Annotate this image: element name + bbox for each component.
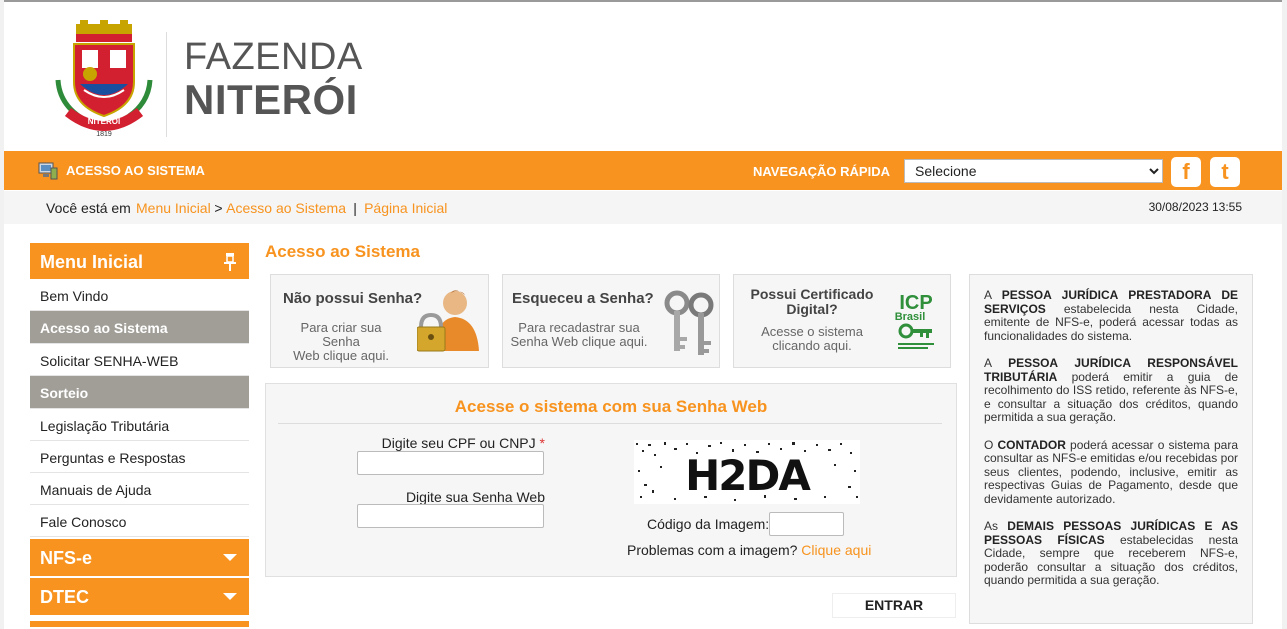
- pin-icon[interactable]: [223, 252, 237, 272]
- password-label: Digite sua Senha Web: [405, 489, 545, 505]
- sidebar-title: Menu Inicial: [30, 243, 249, 279]
- chevron-down-icon: [223, 593, 237, 600]
- card-subtitle-line: Web clique aqui.: [293, 348, 389, 363]
- password-input[interactable]: [357, 504, 544, 528]
- breadcrumb-divider: |: [353, 200, 357, 216]
- sidebar-title-label: Menu Inicial: [40, 252, 144, 272]
- breadcrumb-prefix: Você está em: [46, 200, 131, 216]
- card-title: Possui Certificado Digital?: [746, 287, 878, 317]
- card-title: Não possui Senha?: [283, 290, 423, 307]
- facebook-button[interactable]: f: [1171, 157, 1201, 187]
- card-subtitle: Acesse o sistema clicando aqui.: [746, 325, 878, 353]
- niteroi-crest-logo[interactable]: NITERÓI 1819: [54, 20, 154, 138]
- card-subtitle-line: Para criar sua Senha: [300, 320, 382, 349]
- card-subtitle-line: Senha Web clique aqui.: [510, 334, 648, 349]
- cpf-label-text: Digite seu CPF ou CNPJ: [381, 435, 536, 451]
- info-paragraph: A PESSOA JURÍDICA RESPONSÁVEL TRIBUTÁRIA…: [984, 356, 1238, 424]
- captcha-problems: Problemas com a imagem? Clique aqui: [627, 542, 871, 558]
- login-title: Acesse o sistema com sua Senha Web: [454, 397, 768, 416]
- crest-text: NITERÓI: [88, 117, 120, 126]
- twitter-button[interactable]: t: [1210, 157, 1240, 187]
- enter-button[interactable]: ENTRAR: [832, 593, 956, 618]
- breadcrumb-link-menu-inicial[interactable]: Menu Inicial: [136, 200, 211, 216]
- system-access-label[interactable]: ACESSO AO SISTEMA: [66, 163, 205, 178]
- keys-icon: [664, 290, 714, 355]
- sidebar-section-dtec[interactable]: DTEC: [30, 578, 249, 615]
- sidebar-section-dtec-label: DTEC: [40, 587, 89, 607]
- user-lock-icon: [417, 290, 479, 352]
- sidebar-item-manuais[interactable]: Manuais de Ajuda: [30, 473, 249, 505]
- captcha-problems-text: Problemas com a imagem?: [627, 542, 798, 558]
- card-subtitle-line: clicando aqui.: [772, 338, 852, 353]
- required-mark: *: [539, 435, 545, 451]
- card-subtitle: Para recadastrar sua Senha Web clique aq…: [509, 321, 649, 349]
- quick-nav-select[interactable]: Selecione: [904, 159, 1163, 183]
- breadcrumb-separator: >: [214, 200, 223, 216]
- breadcrumb: Você está em Menu Inicial > Acesso ao Si…: [4, 191, 1282, 224]
- sidebar-section-next[interactable]: [30, 621, 249, 627]
- login-panel: Acesse o sistema com sua Senha Web Digit…: [265, 383, 957, 577]
- logo-divider: [166, 32, 167, 137]
- sidebar-item-acesso-ao-sistema[interactable]: Acesso ao Sistema: [30, 311, 249, 344]
- no-password-card[interactable]: Não possui Senha? Para criar sua Senha W…: [270, 274, 489, 368]
- page-title: Acesso ao Sistema: [265, 242, 420, 261]
- sidebar-item-legislacao[interactable]: Legislação Tributária: [30, 409, 249, 441]
- card-title-line: Digital?: [786, 301, 838, 317]
- cpf-cnpj-input[interactable]: [357, 451, 544, 475]
- captcha-text: H2DA: [685, 451, 811, 500]
- facebook-icon: f: [1182, 159, 1190, 184]
- info-paragraph: A PESSOA JURÍDICA PRESTADORA DE SERVIÇOS…: [984, 288, 1238, 343]
- icp-logo-line2: Brasil: [895, 311, 926, 323]
- icp-brasil-logo: ICP Brasil: [895, 292, 934, 349]
- card-subtitle: Para criar sua Senha Web clique aqui.: [281, 321, 401, 363]
- card-subtitle-line: Para recadastrar sua: [518, 320, 640, 335]
- captcha-image: H2DA: [634, 440, 860, 504]
- page-frame: NITERÓI 1819 FAZENDA NITERÓI ACESSO AO S…: [4, 0, 1282, 629]
- chevron-down-icon: [223, 554, 237, 561]
- breadcrumb-link-home[interactable]: Página Inicial: [364, 200, 447, 216]
- captcha-code-input[interactable]: [769, 512, 844, 536]
- computer-icon: [38, 162, 58, 180]
- card-subtitle-line: Acesse o sistema: [761, 324, 863, 339]
- divider: [278, 423, 942, 424]
- cpf-label: Digite seu CPF ou CNPJ *: [326, 435, 545, 451]
- card-title-line: Possui Certificado: [750, 286, 874, 302]
- twitter-icon: t: [1221, 159, 1229, 184]
- sidebar-menu: Menu Inicial Bem Vindo Acesso ao Sistema…: [30, 243, 249, 627]
- digital-certificate-card[interactable]: Possui Certificado Digital? Acesse o sis…: [733, 274, 951, 368]
- sidebar-item-fale-conosco[interactable]: Fale Conosco: [30, 505, 249, 537]
- sidebar-section-nfse[interactable]: NFS-e: [30, 539, 249, 576]
- captcha-refresh-link[interactable]: Clique aqui: [801, 542, 871, 558]
- sidebar-section-nfse-label: NFS-e: [40, 548, 93, 568]
- info-paragraph: As DEMAIS PESSOAS JURÍDICAS E AS PESSOAS…: [984, 519, 1239, 587]
- card-title: Esqueceu a Senha?: [512, 290, 654, 307]
- current-datetime: 30/08/2023 13:55: [1148, 200, 1242, 214]
- crest-year: 1819: [96, 131, 112, 138]
- code-label: Código da Imagem:: [647, 516, 770, 532]
- info-paragraph: O CONTADOR poderá acessar o sistema para…: [984, 437, 1238, 506]
- sidebar-item-perguntas[interactable]: Perguntas e Respostas: [30, 441, 249, 473]
- logo-title-niteroi: NITERÓI: [184, 76, 358, 123]
- top-navigation-bar: ACESSO AO SISTEMA NAVEGAÇÃO RÁPIDA Selec…: [4, 151, 1282, 190]
- breadcrumb-link-acesso[interactable]: Acesso ao Sistema: [226, 200, 346, 216]
- logo-title-fazenda: FAZENDA: [184, 36, 363, 78]
- forgot-password-card[interactable]: Esqueceu a Senha? Para recadastrar sua S…: [502, 274, 720, 368]
- quick-nav-label: NAVEGAÇÃO RÁPIDA: [753, 164, 890, 179]
- sidebar-item-solicitar-senha-web[interactable]: Solicitar SENHA-WEB: [30, 344, 249, 376]
- sidebar-item-sorteio[interactable]: Sorteio: [30, 376, 249, 409]
- sidebar-item-bem-vindo[interactable]: Bem Vindo: [30, 279, 249, 311]
- info-box: A PESSOA JURÍDICA PRESTADORA DE SERVIÇOS…: [969, 274, 1253, 624]
